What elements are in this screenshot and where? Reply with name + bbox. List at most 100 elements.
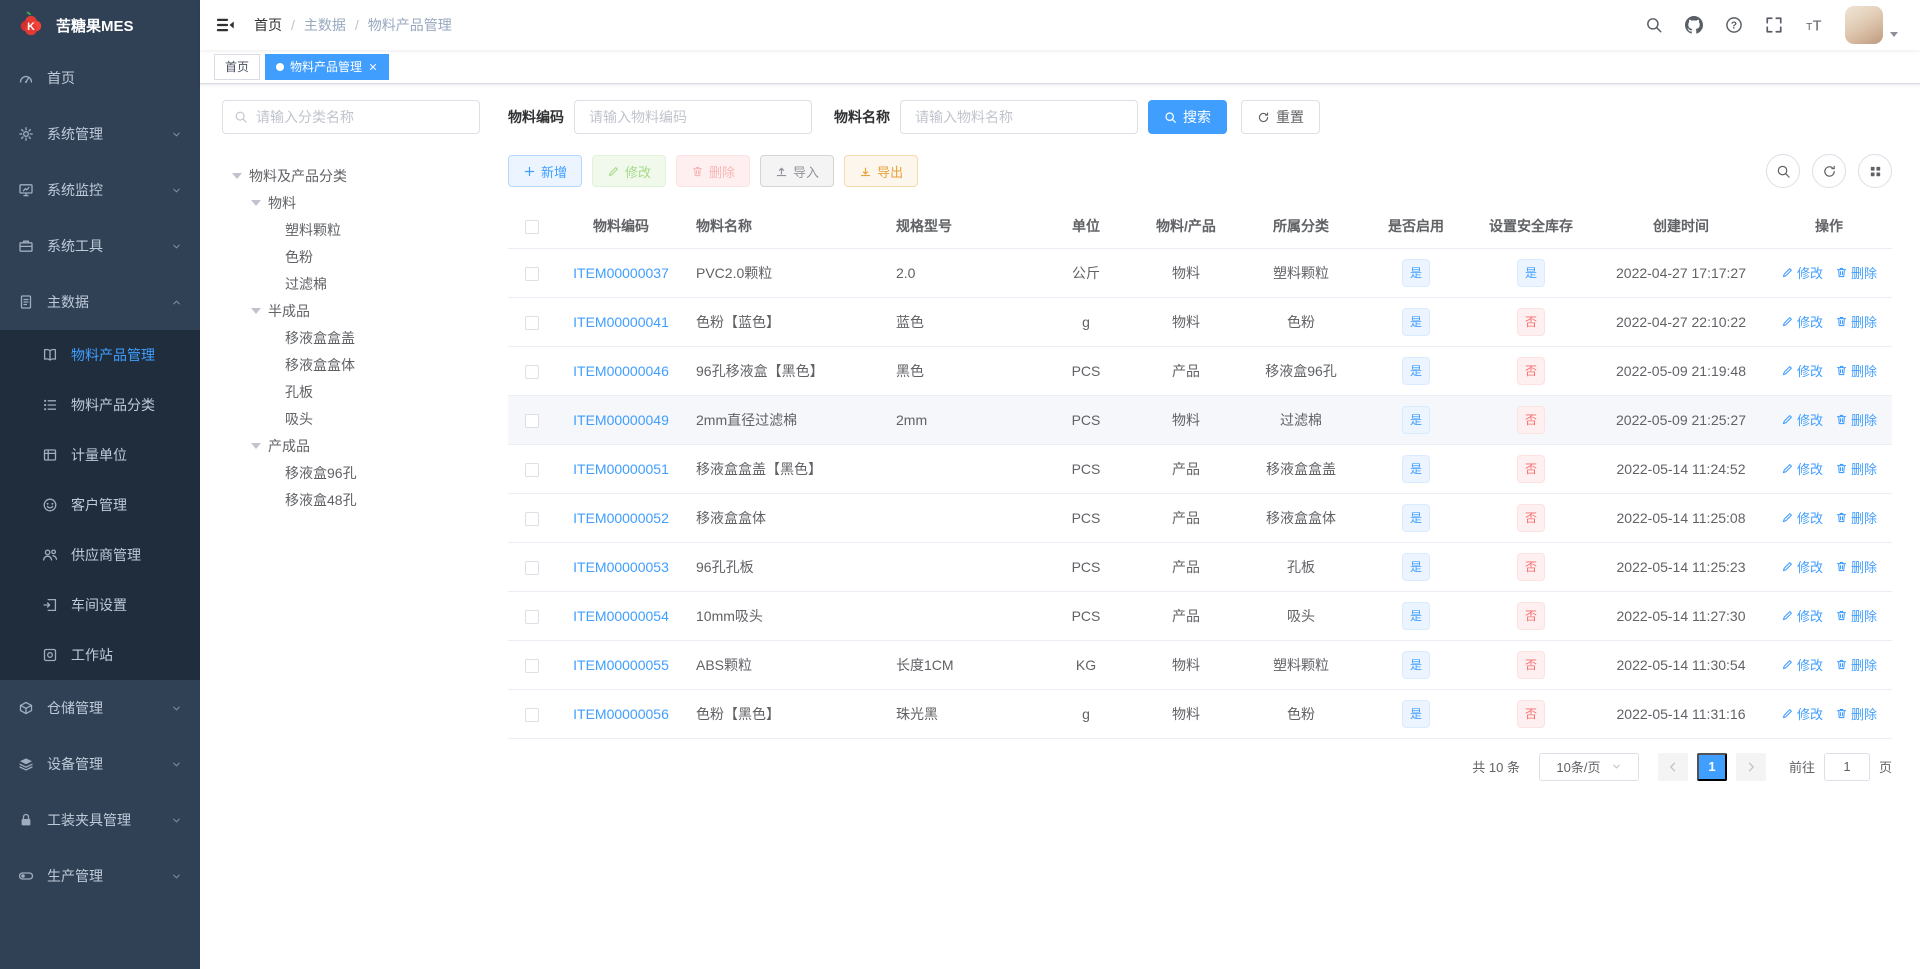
font-size-button[interactable]: TT bbox=[1805, 16, 1823, 34]
sidebar-item-master-data[interactable]: 主数据 bbox=[0, 274, 200, 330]
row-edit-button[interactable]: 修改 bbox=[1781, 410, 1823, 429]
sidebar-item-warehouse-management[interactable]: 仓储管理 bbox=[0, 680, 200, 736]
refresh-button[interactable] bbox=[1812, 154, 1846, 188]
edit-button[interactable]: 修改 bbox=[592, 155, 667, 187]
sidebar-item-system-management[interactable]: 系统管理 bbox=[0, 106, 200, 162]
row-delete-button[interactable]: 删除 bbox=[1835, 655, 1877, 674]
tree-node[interactable]: 半成品 bbox=[222, 297, 480, 324]
material-name-input[interactable] bbox=[900, 100, 1138, 134]
category-search-input[interactable] bbox=[256, 109, 468, 125]
tab-home[interactable]: 首页 bbox=[214, 53, 261, 80]
sidebar-item-workshop-settings[interactable]: 车间设置 bbox=[0, 580, 200, 630]
sidebar-item-system-tools[interactable]: 系统工具 bbox=[0, 218, 200, 274]
row-edit-button[interactable]: 修改 bbox=[1781, 361, 1823, 380]
item-code-link[interactable]: ITEM00000056 bbox=[573, 706, 669, 722]
row-edit-button[interactable]: 修改 bbox=[1781, 655, 1823, 674]
sidebar-item-supplier-management[interactable]: 供应商管理 bbox=[0, 530, 200, 580]
row-checkbox[interactable] bbox=[525, 658, 539, 673]
row-delete-button[interactable]: 删除 bbox=[1835, 704, 1877, 723]
row-edit-button[interactable]: 修改 bbox=[1781, 704, 1823, 723]
sidebar-item-workstation[interactable]: 工作站 bbox=[0, 630, 200, 680]
row-edit-button[interactable]: 修改 bbox=[1781, 459, 1823, 478]
search-toggle-button[interactable] bbox=[1766, 154, 1800, 188]
hamburger-icon[interactable] bbox=[200, 15, 250, 35]
row-delete-button[interactable]: 删除 bbox=[1835, 459, 1877, 478]
row-delete-button[interactable]: 删除 bbox=[1835, 361, 1877, 380]
tree-node[interactable]: 孔板 bbox=[222, 378, 480, 405]
row-checkbox[interactable] bbox=[525, 707, 539, 722]
row-edit-button[interactable]: 修改 bbox=[1781, 312, 1823, 331]
tree-node[interactable]: 塑料颗粒 bbox=[222, 216, 480, 243]
sidebar-item-material-product-category[interactable]: 物料产品分类 bbox=[0, 380, 200, 430]
row-checkbox[interactable] bbox=[525, 560, 539, 575]
prev-page-button[interactable] bbox=[1657, 752, 1688, 781]
next-page-button[interactable] bbox=[1735, 752, 1766, 781]
item-code-link[interactable]: ITEM00000054 bbox=[573, 608, 669, 624]
row-edit-button[interactable]: 修改 bbox=[1781, 263, 1823, 282]
column-settings-button[interactable] bbox=[1858, 154, 1892, 188]
row-checkbox[interactable] bbox=[525, 315, 539, 330]
row-delete-button[interactable]: 删除 bbox=[1835, 557, 1877, 576]
item-code-link[interactable]: ITEM00000046 bbox=[573, 363, 669, 379]
row-edit-button[interactable]: 修改 bbox=[1781, 557, 1823, 576]
breadcrumb-item-master-data[interactable]: 主数据 bbox=[304, 15, 346, 35]
tree-node[interactable]: 过滤棉 bbox=[222, 270, 480, 297]
item-code-link[interactable]: ITEM00000052 bbox=[573, 510, 669, 526]
add-button[interactable]: 新增 bbox=[508, 155, 583, 187]
row-edit-button[interactable]: 修改 bbox=[1781, 606, 1823, 625]
github-button[interactable] bbox=[1685, 16, 1703, 34]
help-button[interactable]: ? bbox=[1725, 16, 1743, 34]
tree-node[interactable]: 吸头 bbox=[222, 405, 480, 432]
sidebar-item-system-monitoring[interactable]: 系统监控 bbox=[0, 162, 200, 218]
caret-down-icon[interactable] bbox=[1890, 32, 1898, 37]
material-code-input[interactable] bbox=[574, 100, 812, 134]
row-checkbox[interactable] bbox=[525, 364, 539, 379]
row-delete-button[interactable]: 删除 bbox=[1835, 410, 1877, 429]
reset-button[interactable]: 重置 bbox=[1241, 100, 1320, 134]
item-code-link[interactable]: ITEM00000037 bbox=[573, 265, 669, 281]
tree-node[interactable]: 移液盒96孔 bbox=[222, 459, 480, 486]
item-code-link[interactable]: ITEM00000053 bbox=[573, 559, 669, 575]
sidebar-item-material-product-management[interactable]: 物料产品管理 bbox=[0, 330, 200, 380]
item-code-link[interactable]: ITEM00000051 bbox=[573, 461, 669, 477]
tree-node[interactable]: 移液盒48孔 bbox=[222, 486, 480, 513]
sidebar-item-tooling-fixture-management[interactable]: 工装夹具管理 bbox=[0, 792, 200, 848]
avatar[interactable] bbox=[1845, 6, 1883, 44]
tree-node[interactable]: 移液盒盒体 bbox=[222, 351, 480, 378]
item-code-link[interactable]: ITEM00000055 bbox=[573, 657, 669, 673]
select-all-checkbox[interactable] bbox=[525, 219, 539, 234]
sidebar-item-measurement-unit[interactable]: 计量单位 bbox=[0, 430, 200, 480]
page-size-select[interactable]: 10条/页 bbox=[1538, 752, 1639, 781]
search-button[interactable]: 搜索 bbox=[1148, 100, 1227, 134]
row-delete-button[interactable]: 删除 bbox=[1835, 263, 1877, 282]
delete-button[interactable]: 删除 bbox=[676, 155, 751, 187]
row-checkbox[interactable] bbox=[525, 413, 539, 428]
breadcrumb-item-home[interactable]: 首页 bbox=[254, 15, 282, 35]
sidebar-item-equipment-management[interactable]: 设备管理 bbox=[0, 736, 200, 792]
row-edit-button[interactable]: 修改 bbox=[1781, 508, 1823, 527]
row-delete-button[interactable]: 删除 bbox=[1835, 606, 1877, 625]
search-button[interactable] bbox=[1645, 16, 1663, 34]
tree-node[interactable]: 物料及产品分类 bbox=[222, 162, 480, 189]
sidebar-item-production-management[interactable]: 生产管理 bbox=[0, 848, 200, 904]
row-delete-button[interactable]: 删除 bbox=[1835, 508, 1877, 527]
row-checkbox[interactable] bbox=[525, 511, 539, 526]
item-code-link[interactable]: ITEM00000049 bbox=[573, 412, 669, 428]
import-button[interactable]: 导入 bbox=[760, 155, 835, 187]
row-checkbox[interactable] bbox=[525, 462, 539, 477]
sidebar-item-customer-management[interactable]: 客户管理 bbox=[0, 480, 200, 530]
goto-page-input[interactable] bbox=[1823, 752, 1870, 781]
fullscreen-button[interactable] bbox=[1765, 16, 1783, 34]
close-icon[interactable] bbox=[368, 62, 378, 72]
tree-node[interactable]: 色粉 bbox=[222, 243, 480, 270]
tree-node[interactable]: 移液盒盒盖 bbox=[222, 324, 480, 351]
row-checkbox[interactable] bbox=[525, 266, 539, 281]
tab-material-product-management[interactable]: 物料产品管理 bbox=[265, 53, 390, 80]
export-button[interactable]: 导出 bbox=[844, 155, 919, 187]
tree-node[interactable]: 产成品 bbox=[222, 432, 480, 459]
tree-node[interactable]: 物料 bbox=[222, 189, 480, 216]
item-code-link[interactable]: ITEM00000041 bbox=[573, 314, 669, 330]
page-number-button[interactable]: 1 bbox=[1696, 752, 1727, 781]
sidebar-item-home[interactable]: 首页 bbox=[0, 50, 200, 106]
row-checkbox[interactable] bbox=[525, 609, 539, 624]
